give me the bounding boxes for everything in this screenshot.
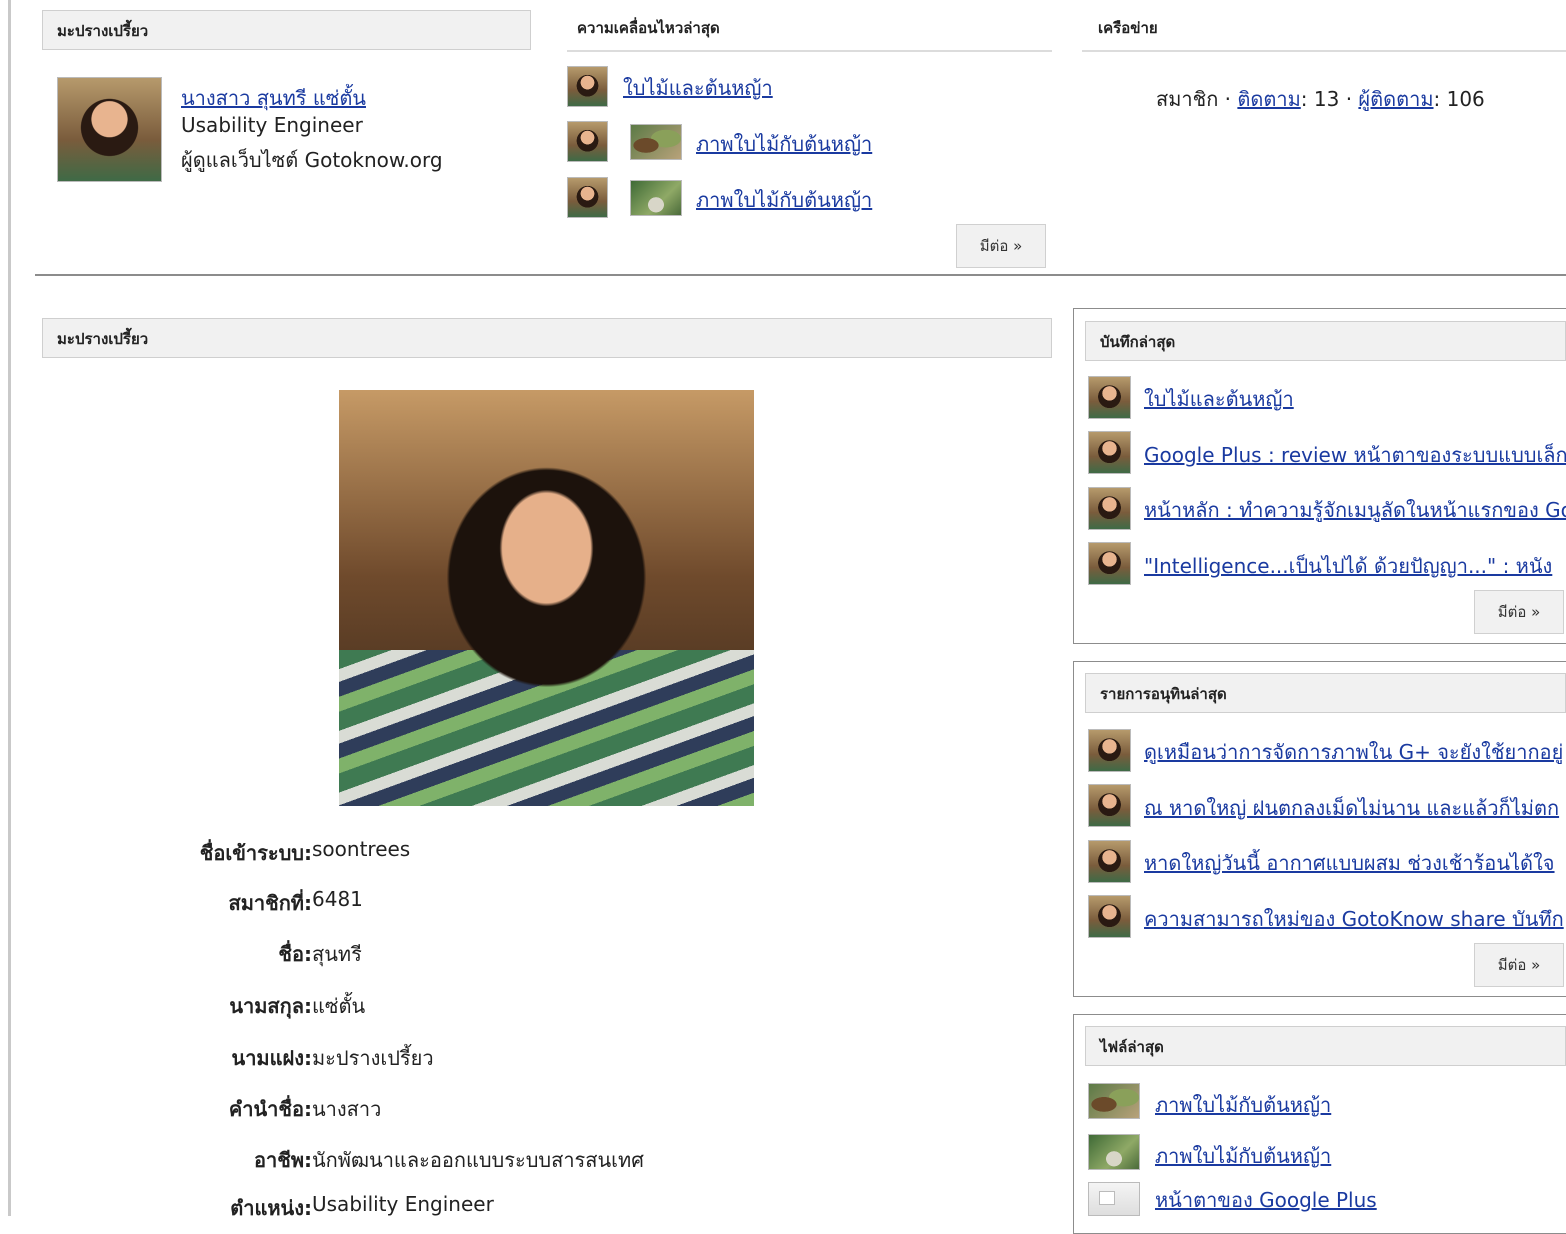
network-header: เครือข่าย: [1082, 12, 1566, 52]
network-stats: สมาชิก · ติดตาม: 13 · ผู้ติดตาม: 106: [1156, 83, 1485, 115]
activity-item-2[interactable]: ภาพใบไม้กับต้นหญ้า: [696, 128, 872, 160]
info-value-title: นางสาว: [312, 1097, 382, 1121]
post-avatar-3[interactable]: [1088, 487, 1131, 530]
section-divider: [35, 274, 1566, 276]
journal-avatar-4[interactable]: [1088, 895, 1131, 938]
journal-link-4[interactable]: ความสามารถใหม่ของ GotoKnow share บันทึก: [1144, 903, 1564, 935]
info-value-occupation: นักพัฒนาและออกแบบระบบสารสนเทศ: [312, 1148, 644, 1172]
journal-link-1[interactable]: ดูเหมือนว่าการจัดการภาพใน G+ จะยังใช้ยาก…: [1144, 736, 1563, 768]
following-link[interactable]: ติดตาม: [1237, 87, 1300, 111]
info-label-lastname: นามสกุล:: [229, 994, 312, 1018]
journal-link-3[interactable]: หาดใหญ่วันนี้ อากาศแบบผสม ช่วงเช้าร้อนได…: [1144, 847, 1555, 879]
activity-item-1[interactable]: ใบไม้และต้นหญ้า: [623, 72, 773, 104]
following-count: : 13: [1300, 87, 1340, 111]
journal-avatar-2[interactable]: [1088, 784, 1131, 827]
profile-description: ผู้ดูแลเว็บไซต์ Gotoknow.org: [181, 148, 443, 172]
latest-posts-header: บันทึกล่าสุด: [1085, 321, 1566, 361]
info-value-username: soontrees: [312, 837, 411, 861]
info-value-firstname: สุนทรี: [312, 942, 362, 966]
activity-image-thumb-3[interactable]: [630, 180, 682, 216]
left-border: [8, 0, 11, 1216]
post-link-3[interactable]: หน้าหลัก : ทำความรู้จักเมนูลัดในหน้าแรกข…: [1144, 494, 1566, 526]
file-thumb-1[interactable]: [1088, 1083, 1140, 1119]
info-value-position: Usability Engineer: [312, 1192, 494, 1216]
main-profile-header: มะปรางเปรี้ยว: [42, 318, 1052, 358]
separator: ·: [1345, 87, 1353, 111]
post-avatar-4[interactable]: [1088, 542, 1131, 585]
info-label-occupation: อาชีพ:: [254, 1148, 312, 1172]
info-label-alias: นามแฝง:: [231, 1046, 312, 1070]
info-label-member-no: สมาชิกที่:: [228, 891, 313, 915]
followers-link[interactable]: ผู้ติดตาม: [1358, 87, 1433, 111]
post-link-2[interactable]: Google Plus : review หน้าตาของระบบแบบเล็…: [1144, 439, 1566, 471]
file-link-2[interactable]: ภาพใบไม้กับต้นหญ้า: [1155, 1140, 1331, 1172]
activity-avatar-3[interactable]: [567, 177, 608, 218]
info-label-username: ชื่อเข้าระบบ:: [199, 841, 312, 865]
info-value-member-no: 6481: [312, 887, 363, 911]
profile-summary-header: มะปรางเปรี้ยว: [42, 10, 531, 50]
followers-count: : 106: [1433, 87, 1485, 111]
post-avatar-1[interactable]: [1088, 376, 1131, 419]
posts-more-button[interactable]: มีต่อ »: [1474, 590, 1564, 634]
post-avatar-2[interactable]: [1088, 431, 1131, 474]
profile-photo: [339, 390, 754, 806]
separator: ·: [1224, 87, 1232, 111]
profile-avatar[interactable]: [57, 77, 162, 182]
profile-name-link[interactable]: นางสาว สุนทรี แซ่ตั้น: [181, 82, 366, 114]
activity-avatar-1[interactable]: [567, 66, 608, 107]
file-link-3[interactable]: หน้าตาของ Google Plus: [1155, 1184, 1377, 1216]
activity-avatar-2[interactable]: [567, 121, 608, 162]
journal-avatar-1[interactable]: [1088, 729, 1131, 772]
info-value-lastname: แซ่ตั้น: [312, 994, 366, 1018]
latest-files-header: ไฟล์ล่าสุด: [1085, 1026, 1566, 1066]
activity-header: ความเคลื่อนไหวล่าสุด: [567, 12, 1052, 52]
post-link-1[interactable]: ใบไม้และต้นหญ้า: [1144, 383, 1294, 415]
journal-link-2[interactable]: ณ หาดใหญ่ ฝนตกลงเม็ดไม่นาน และแล้วก็ไม่ต…: [1144, 792, 1559, 824]
info-label-title: คำนำชื่อ:: [228, 1097, 312, 1121]
info-value-alias: มะปรางเปรี้ยว: [312, 1046, 434, 1070]
file-link-1[interactable]: ภาพใบไม้กับต้นหญ้า: [1155, 1089, 1331, 1121]
info-label-firstname: ชื่อ:: [278, 942, 312, 966]
activity-image-thumb-2[interactable]: [630, 124, 682, 160]
profile-role: Usability Engineer: [181, 113, 363, 137]
journals-more-button[interactable]: มีต่อ »: [1474, 943, 1564, 987]
file-thumb-3[interactable]: [1088, 1182, 1140, 1216]
post-link-4[interactable]: "Intelligence...เป็นไปได้ ด้วยปัญญา..." …: [1144, 550, 1552, 582]
journal-avatar-3[interactable]: [1088, 840, 1131, 883]
activity-item-3[interactable]: ภาพใบไม้กับต้นหญ้า: [696, 184, 872, 216]
file-thumb-2[interactable]: [1088, 1134, 1140, 1170]
network-member-label: สมาชิก: [1156, 87, 1219, 111]
activity-more-button[interactable]: มีต่อ »: [956, 224, 1046, 268]
info-label-position: ตำแหน่ง:: [230, 1196, 312, 1220]
latest-journals-header: รายการอนุทินล่าสุด: [1085, 673, 1566, 713]
